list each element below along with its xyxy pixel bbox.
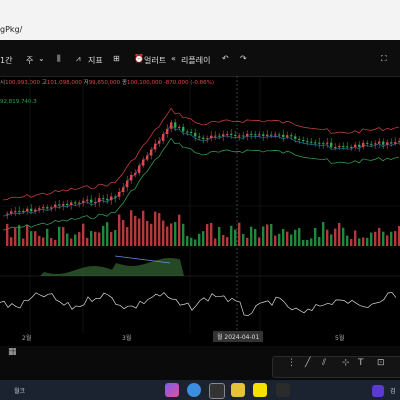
indicator-icon[interactable]: ⩘	[76, 54, 81, 64]
position-icon[interactable]: ⊡	[377, 358, 385, 368]
oscillator-pane	[0, 255, 400, 317]
edge-icon[interactable]	[187, 383, 201, 397]
alert-button[interactable]: 얼러트	[144, 55, 166, 66]
price-chart[interactable]	[0, 76, 400, 346]
kakaotalk-icon[interactable]	[253, 383, 267, 397]
taskbar-label-right: 검	[390, 388, 396, 395]
indicator-button[interactable]: 지표	[88, 55, 103, 66]
x-label-mar: 3월	[122, 335, 132, 342]
candles-icon[interactable]: ⫼	[57, 54, 61, 64]
url-text[interactable]: gPkg/	[0, 25, 22, 34]
channel-icon[interactable]: ⫽	[322, 358, 326, 368]
copilot-icon[interactable]	[165, 383, 179, 397]
volume-bars	[6, 210, 400, 246]
redo-icon[interactable]: ↷	[240, 54, 247, 63]
replay-button[interactable]: 리플레이	[181, 55, 210, 66]
tray-icon[interactable]	[372, 385, 384, 397]
app-icon[interactable]	[276, 383, 290, 397]
x-label-feb: 2월	[22, 335, 32, 342]
measure-icon[interactable]: ⊹	[342, 358, 350, 368]
trendline-icon[interactable]: ╱	[305, 358, 310, 368]
browser-url-bar[interactable]: gPkg/	[0, 0, 400, 41]
folder-icon[interactable]	[231, 383, 245, 397]
x-label-may: 5월	[335, 335, 345, 342]
layout-grid-icon[interactable]: ⊞	[113, 54, 120, 63]
chevron-down-icon[interactable]: ⌄	[38, 54, 45, 63]
text-icon[interactable]: T	[358, 358, 364, 368]
undo-icon[interactable]: ↶	[222, 54, 229, 63]
calendar-icon[interactable]: ▦	[8, 347, 17, 357]
fullscreen-icon[interactable]: ⛶	[381, 54, 387, 64]
crosshair-date-label: 월 2024-04-01	[213, 331, 264, 342]
bollinger-bands	[2, 107, 400, 231]
taskbar-label-left: 월크	[14, 388, 26, 395]
candlesticks	[6, 119, 400, 220]
chrome-icon[interactable]	[209, 383, 225, 399]
period-selector[interactable]: 1간	[0, 55, 12, 66]
horizontal-line-icon[interactable]: ⋮	[287, 358, 296, 368]
period-selector-2[interactable]: 주	[26, 55, 33, 66]
replay-icon[interactable]: «	[171, 54, 176, 63]
alert-icon[interactable]: ⏰	[134, 54, 144, 63]
